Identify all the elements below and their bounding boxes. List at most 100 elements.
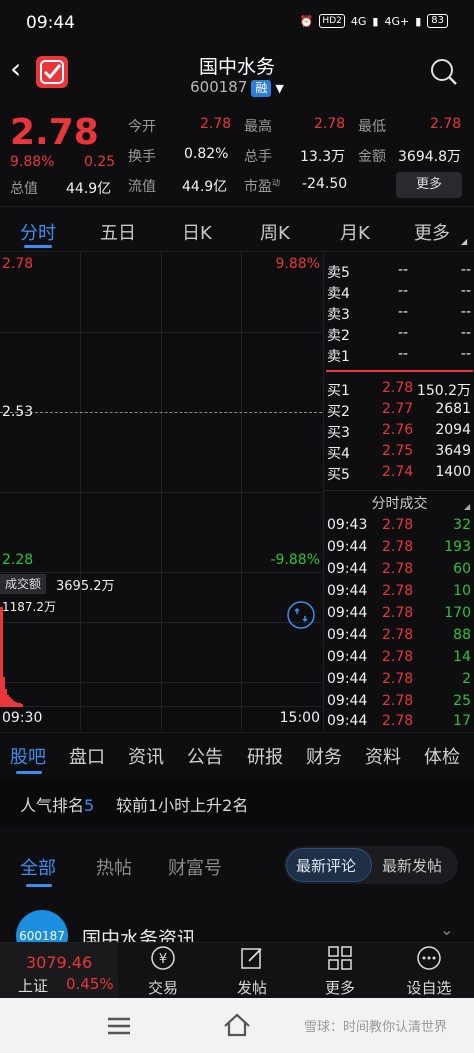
amount-value: 3694.8万 [398, 149, 461, 165]
index-name: 上证 [18, 977, 49, 995]
market-cap-value: 44.9亿 [66, 181, 112, 197]
bottom-nav: 3079.46 上证 0.45% ¥ 交易 发帖 更多 设自选 [0, 942, 474, 999]
signal2-label: 4G+ [384, 14, 410, 28]
active-tab-indicator [16, 771, 42, 774]
stock-code-row[interactable]: 600187 融 ▼ [0, 78, 474, 97]
yen-icon: ¥ [151, 946, 175, 970]
info-tabs: 股吧 盘口 资讯 公告 研报 财务 资料 体检 [0, 732, 474, 776]
post-title: 国中水务资讯 [82, 928, 197, 944]
trade-row: 09:44 2.78 193 [327, 539, 471, 555]
time-end-label: 15:00 [279, 710, 320, 726]
corner-triangle-icon: ◢ [461, 237, 468, 246]
index-ticker[interactable]: 3079.46 上证 0.45% [0, 943, 118, 999]
tab-more[interactable]: 更多 [414, 219, 450, 245]
price-high-label: 2.78 [2, 256, 34, 272]
pct-low-label: -9.88% [270, 552, 320, 568]
trade-row: 09:44 2.78 14 [327, 649, 471, 665]
float-cap-label: 流值 [128, 179, 156, 195]
change-value: 0.25 [84, 154, 116, 170]
high-label: 最高 [244, 119, 272, 135]
nav-trade[interactable]: ¥ 交易 [123, 945, 203, 998]
trade-row: 09:44 2.78 17 [327, 713, 471, 729]
tab-all[interactable]: 全部 [20, 854, 56, 880]
tab-daily-k[interactable]: 日K [182, 219, 212, 245]
popularity-trend: 较前1小时上升2名 [116, 796, 249, 815]
trade-row: 09:44 2.78 25 [327, 693, 471, 709]
tab-five-day[interactable]: 五日 [100, 219, 136, 245]
trades-title[interactable]: 分时成交 [324, 493, 474, 513]
grid-line [0, 492, 322, 493]
bid-row: 买1 2.78 150.2万 [327, 380, 471, 399]
grid-line [241, 252, 242, 730]
time-start-label: 09:30 [2, 710, 43, 726]
status-bar: 09:44 ⏰ HD2 4G ▮ 4G+ ▮ 83 [0, 0, 474, 46]
ask-row: 卖5 -- -- [327, 262, 471, 281]
expand-chart-icon[interactable] [286, 600, 316, 630]
tab-monthly-k[interactable]: 月K [340, 219, 370, 245]
menu-icon[interactable] [106, 1016, 132, 1036]
divider [324, 490, 474, 491]
watermark-text: 雪球：时间教你认清世界 [304, 1020, 448, 1035]
nav-add-watchlist[interactable]: 设自选 [389, 945, 469, 998]
volume-bars [0, 607, 23, 707]
stock-code: 600187 [190, 78, 248, 96]
tab-profile[interactable]: 资料 [365, 743, 401, 769]
search-icon[interactable] [430, 58, 458, 86]
sort-toggle: 最新评论 最新发帖 [284, 846, 458, 884]
chevron-down-icon[interactable]: ⌄ [440, 920, 453, 939]
grid-icon [328, 946, 352, 970]
market-cap-label: 总值 [10, 181, 38, 197]
ask-row: 卖4 -- -- [327, 283, 471, 302]
signal-icon: ▮ [372, 14, 379, 28]
bid-row: 买5 2.74 1400 [327, 464, 471, 483]
grid-line [0, 622, 322, 623]
tab-pankou[interactable]: 盘口 [69, 743, 105, 769]
sim1-badge: HD2 [319, 14, 345, 28]
active-tab-indicator [26, 884, 52, 887]
status-icons: ⏰ HD2 4G ▮ 4G+ ▮ 83 [300, 14, 448, 28]
system-nav-bar: 雪球：时间教你认清世界 [0, 998, 474, 1053]
svg-text:¥: ¥ [159, 952, 167, 967]
open-value: 2.78 [200, 116, 232, 132]
grid-line [0, 572, 322, 573]
home-icon[interactable] [222, 1012, 252, 1038]
tab-announcements[interactable]: 公告 [187, 743, 223, 769]
active-tab-indicator [24, 245, 52, 248]
nav-post[interactable]: 发帖 [212, 945, 292, 998]
prev-close-line [0, 412, 322, 413]
tab-checkup[interactable]: 体检 [424, 743, 460, 769]
avatar: 600187 [16, 910, 68, 944]
trade-row: 09:43 2.78 32 [327, 517, 471, 533]
tab-weekly-k[interactable]: 周K [260, 219, 290, 245]
tab-intraday[interactable]: 分时 [20, 219, 56, 245]
intraday-chart[interactable]: 2.78 9.88% 2.53 2.28 -9.88% 成交额 3695.2万 … [0, 252, 322, 730]
grid-line [0, 682, 322, 683]
post-item[interactable]: 600187 国中水务资讯 ⌄ [0, 898, 474, 944]
dropdown-caret-icon[interactable]: ▼ [275, 82, 283, 95]
tab-guba[interactable]: 股吧 [10, 743, 46, 769]
quote-panel: 2.78 9.88% 0.25 总值 44.9亿 今开 2.78 换手 0.82… [0, 108, 474, 204]
trade-row: 09:44 2.78 170 [327, 605, 471, 621]
ask-row: 卖3 -- -- [327, 304, 471, 323]
last-price: 2.78 [10, 112, 99, 153]
tab-news[interactable]: 资讯 [128, 743, 164, 769]
tab-research[interactable]: 研报 [247, 743, 283, 769]
tab-finance[interactable]: 财务 [306, 743, 342, 769]
battery-icon: 83 [427, 14, 448, 28]
tab-wealth[interactable]: 财富号 [168, 854, 222, 880]
volume-hands-value: 13.3万 [300, 149, 346, 165]
ask-row: 卖2 -- -- [327, 325, 471, 344]
order-book: 卖5 -- -- 卖4 -- -- 卖3 -- -- 卖2 -- -- 卖1 -- -- 买1 2.7… [323, 252, 474, 730]
feed-tabs: 全部 热帖 财富号 最新评论 最新发帖 [0, 838, 474, 894]
change-pct: 9.88% [10, 154, 55, 170]
signal-icon-2: ▮ [415, 14, 422, 28]
sort-latest-comment[interactable]: 最新评论 [296, 855, 356, 876]
sort-latest-post[interactable]: 最新发帖 [382, 855, 442, 876]
nav-more[interactable]: 更多 [300, 945, 380, 998]
turnover-value: 0.82% [184, 146, 229, 162]
signal1-label: 4G [350, 14, 367, 28]
popularity-bar[interactable]: 人气排名5 较前1小时上升2名 [0, 778, 474, 826]
stock-header: ‹ 国中水务 600187 融 ▼ [0, 46, 474, 104]
more-quote-button[interactable]: 更多 [396, 172, 462, 198]
tab-hot[interactable]: 热帖 [96, 854, 132, 880]
